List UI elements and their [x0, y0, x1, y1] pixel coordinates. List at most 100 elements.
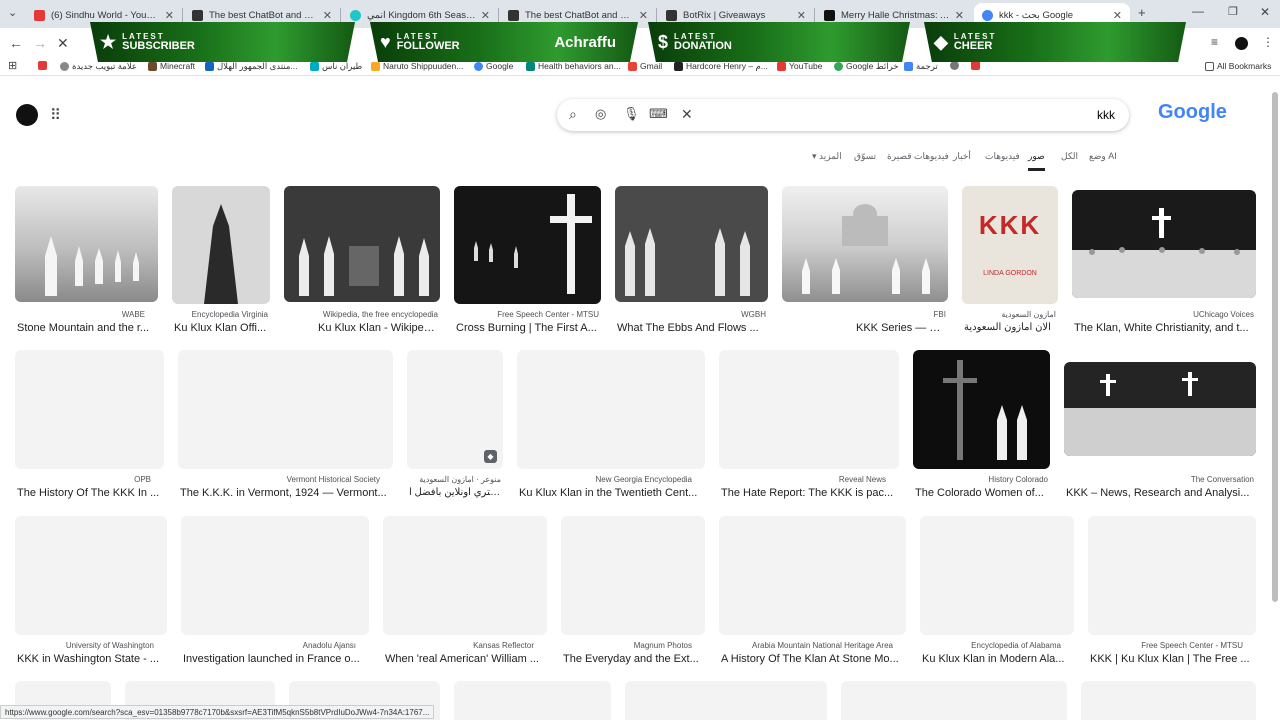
restore-icon[interactable]: ❐ — [1228, 5, 1238, 18]
result-thumbnail[interactable] — [561, 516, 705, 635]
close-tab-icon[interactable]: ✕ — [639, 9, 648, 22]
result-thumbnail[interactable] — [1088, 516, 1256, 635]
result-thumbnail[interactable] — [284, 186, 440, 302]
result-title[interactable]: The Klan, White Christianity, and t... — [1074, 322, 1256, 334]
result-thumbnail[interactable] — [1072, 190, 1256, 298]
close-tab-icon[interactable]: ✕ — [955, 9, 964, 22]
result-title[interactable]: The Colorado Women of... — [915, 487, 1050, 499]
filter-all[interactable]: الكل — [1061, 151, 1078, 162]
bookmark-item[interactable]: Naruto Shippuuden... — [371, 61, 463, 71]
bookmark-item[interactable] — [38, 61, 50, 70]
bookmark-item[interactable]: Google خرائط — [834, 61, 899, 72]
filter-shorts[interactable]: فيديوهات قصيرة — [887, 151, 949, 162]
bookmark-item[interactable]: علامة تبويب جديدة — [60, 61, 137, 72]
result-thumbnail[interactable] — [1081, 681, 1256, 720]
bookmark-item[interactable]: Hardcore Henry – م... — [674, 61, 768, 72]
all-bookmarks[interactable]: All Bookmarks — [1205, 61, 1271, 71]
bookmark-item[interactable]: طيران ناس — [310, 61, 362, 72]
result-title[interactable]: The Hate Report: The KKK is pac... — [721, 487, 899, 499]
result-thumbnail[interactable]: KKK LINDA GORDON — [962, 186, 1058, 304]
result-title[interactable]: The Everyday and the Ext... — [563, 653, 705, 665]
result-title[interactable]: Ku Klux Klan Offi... — [174, 322, 270, 334]
account-avatar[interactable] — [16, 104, 38, 126]
result-title[interactable]: The K.K.K. in Vermont, 1924 — Vermont... — [180, 487, 393, 499]
result-thumbnail[interactable] — [454, 186, 601, 304]
result-title[interactable]: The History Of The KKK In ... — [17, 487, 164, 499]
close-window-icon[interactable]: ✕ — [1260, 5, 1270, 19]
bookmark-item[interactable]: منتدى الجمهور الهلال... — [205, 61, 298, 72]
keyboard-icon[interactable]: ⌨ — [649, 106, 668, 122]
close-tab-icon[interactable]: ✕ — [481, 9, 490, 22]
result-title[interactable]: Cross Burning | The First A... — [456, 322, 601, 334]
bookmark-item[interactable]: Google — [474, 61, 513, 71]
result-title[interactable]: KKK – News, Research and Analysi... — [1066, 487, 1256, 499]
result-thumbnail[interactable] — [782, 186, 948, 302]
bookmark-item[interactable]: YouTube — [777, 61, 822, 71]
close-tab-icon[interactable]: ✕ — [323, 9, 332, 22]
close-tab-icon[interactable]: ✕ — [165, 9, 174, 22]
result-thumbnail[interactable] — [454, 681, 611, 720]
result-title[interactable]: What The Ebbs And Flows ... — [617, 322, 768, 334]
result-thumbnail[interactable] — [172, 186, 270, 304]
filter-more[interactable]: ▾ المزيد — [812, 151, 842, 162]
page-scrollbar[interactable] — [1272, 92, 1278, 602]
result-thumbnail[interactable] — [841, 681, 1067, 720]
result-thumbnail[interactable] — [615, 186, 768, 302]
forward-icon[interactable]: → — [33, 35, 47, 51]
minimize-icon[interactable]: — — [1192, 4, 1204, 18]
result-thumbnail[interactable] — [15, 186, 158, 302]
result-title[interactable]: Ku Klux Klan in Modern Ala... — [922, 653, 1074, 665]
tab-search-icon[interactable]: ⌄ — [8, 6, 17, 19]
stop-icon[interactable]: ✕ — [57, 35, 69, 52]
microphone-icon[interactable]: 🎙 — [623, 106, 640, 122]
clear-search-icon[interactable]: ✕ — [681, 106, 693, 123]
filter-shopping[interactable]: تسوّق — [854, 151, 876, 162]
result-title[interactable]: اشتري اونلاين بأفضل ا... — [409, 487, 503, 498]
close-tab-icon[interactable]: ✕ — [1113, 9, 1122, 22]
result-title[interactable]: Stone Mountain and the r... — [17, 322, 158, 334]
result-thumbnail[interactable] — [719, 350, 899, 469]
browser-menu-icon[interactable]: ⋮ — [1262, 35, 1274, 49]
result-thumbnail[interactable] — [181, 516, 369, 635]
result-thumbnail[interactable] — [15, 516, 167, 635]
bookmark-item[interactable] — [950, 61, 962, 70]
search-icon[interactable]: ⌕ — [569, 106, 577, 123]
google-logo[interactable]: Google — [1158, 101, 1227, 124]
result-thumbnail[interactable] — [719, 516, 906, 635]
result-thumbnail[interactable] — [383, 516, 547, 635]
result-title[interactable]: A History Of The Klan At Stone Mo... — [721, 653, 906, 665]
result-thumbnail[interactable] — [625, 681, 827, 720]
filter-videos[interactable]: فيديوهات — [985, 151, 1020, 162]
bookmark-item[interactable]: ترجمة — [904, 61, 938, 72]
lens-icon[interactable]: ◎ — [595, 106, 606, 122]
result-title[interactable]: Ku Klux Klan - Wikipedia — [318, 322, 438, 334]
result-title[interactable]: Ku Klux Klan in the Twentieth Cent... — [519, 487, 705, 499]
apps-grid-icon[interactable]: ⊞ — [8, 59, 17, 72]
result-title[interactable]: When 'real American' William ... — [385, 653, 547, 665]
close-tab-icon[interactable]: ✕ — [797, 9, 806, 22]
search-input[interactable] — [915, 108, 1115, 122]
result-title[interactable]: KKK Series — FBI — [856, 322, 946, 334]
filter-ai-mode[interactable]: وضع AI — [1089, 151, 1117, 162]
result-thumbnail[interactable] — [15, 350, 164, 469]
back-icon[interactable]: ← — [9, 35, 23, 51]
result-title[interactable]: Investigation launched in France o... — [183, 653, 369, 665]
google-apps-icon[interactable]: ⠿ — [50, 106, 61, 124]
bookmark-item[interactable]: Minecraft — [148, 61, 195, 71]
result-title[interactable]: KKK in Washington State - ... — [17, 653, 167, 665]
result-thumbnail[interactable] — [517, 350, 705, 469]
result-title[interactable]: الان امازون السعودية — [964, 322, 1058, 333]
reading-list-icon[interactable]: ≡ — [1211, 35, 1218, 49]
bookmark-item[interactable]: Health behaviors an... — [526, 61, 621, 71]
result-thumbnail[interactable] — [178, 350, 393, 469]
result-thumbnail[interactable] — [1064, 362, 1256, 456]
result-title[interactable]: KKK | Ku Klux Klan | The Free ... — [1090, 653, 1256, 665]
result-thumbnail[interactable] — [920, 516, 1074, 635]
filter-images[interactable]: صور — [1028, 151, 1045, 171]
new-tab-icon[interactable]: + — [1138, 5, 1146, 20]
profile-avatar[interactable] — [1235, 37, 1248, 50]
result-thumbnail[interactable]: ◆ — [407, 350, 503, 469]
bookmark-item[interactable]: Gmail — [628, 61, 662, 71]
filter-news[interactable]: أخبار — [953, 151, 971, 162]
result-thumbnail[interactable] — [913, 350, 1050, 469]
